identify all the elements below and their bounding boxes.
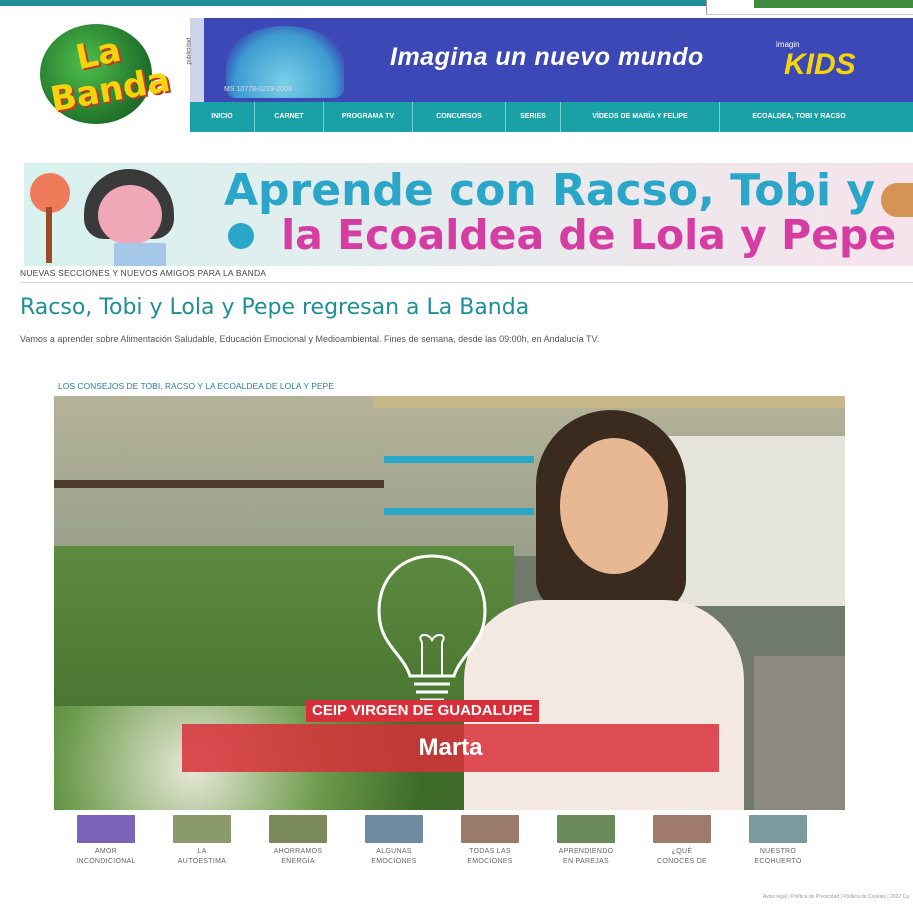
- ad-side-label-text: publicidad: [186, 37, 193, 65]
- thumb-label-1: ¿QUÉ: [671, 848, 693, 855]
- site-logo[interactable]: La Banda: [34, 18, 173, 128]
- ad-tagline: Imagina un nuevo mundo: [390, 43, 704, 71]
- promo-puppet-image: [74, 167, 204, 266]
- video-bg-floor: [754, 656, 845, 810]
- menu-item-videos-maria-felipe[interactable]: VÍDEOS DE MARÍA Y FELIPE: [561, 102, 720, 132]
- thumb-label-2: ECOHUERTO: [754, 858, 802, 865]
- thumbnail-image: [653, 815, 711, 843]
- ad-side-label: publicidad: [186, 18, 204, 102]
- presenter-face: [560, 438, 668, 574]
- thumbnail-label: NUESTRO ECOHUERTO: [732, 847, 824, 867]
- article-kicker: NUEVAS SECCIONES Y NUEVOS AMIGOS PARA LA…: [20, 268, 267, 278]
- thumbnail-label: ALGUNAS EMOCIONES: [348, 847, 440, 867]
- puppet-body: [114, 243, 166, 266]
- promo-line-1: Aprende con Racso, Tobi y: [224, 165, 876, 216]
- thumb-label-2: EN PAREJAS: [562, 858, 610, 865]
- video-thumbnail-strip: AMOR INCONDICIONAL LA AUTOESTIMA AHORRAMOS…: [60, 815, 820, 877]
- thumbnail-label: ¿QUÉ CONOCES DE: [636, 847, 728, 867]
- thumb-label-1: AHORRAMOS: [273, 848, 323, 855]
- thumbnail-image: [461, 815, 519, 843]
- thumbnail-amor-incondicional[interactable]: AMOR INCONDICIONAL: [60, 815, 152, 867]
- divider: [20, 282, 913, 283]
- thumbnail-image: [749, 815, 807, 843]
- article-dek: Vamos a aprender sobre Alimentación Salu…: [20, 334, 600, 344]
- video-player[interactable]: CEIP VIRGEN DE GUADALUPE Marta: [54, 396, 845, 810]
- main-menu: INICIO CARNET PROGRAMA TV CONCURSOS SERI…: [190, 102, 913, 132]
- video-bg-roof: [374, 396, 845, 408]
- thumbnail-aprendiendo-en-parejas[interactable]: APRENDIENDO EN PAREJAS: [540, 815, 632, 867]
- menu-item-series[interactable]: SERIES: [506, 102, 561, 132]
- menu-item-inicio[interactable]: INICIO: [190, 102, 255, 132]
- thumb-label-1: LA: [197, 848, 207, 855]
- thumbnail-label: APRENDIENDO EN PAREJAS: [540, 847, 632, 867]
- thumb-label-1: APRENDIENDO: [558, 848, 614, 855]
- thumb-label-1: NUESTRO: [759, 848, 797, 855]
- top-right-frame: [706, 0, 913, 15]
- ad-brand-big: KIDS: [784, 48, 856, 81]
- thumb-label-1: TODAS LAS: [469, 848, 511, 855]
- menu-item-ecoaldea[interactable]: ECOALDEA, TOBI Y RACSO: [720, 102, 878, 132]
- article-headline[interactable]: Racso, Tobi y Lola y Pepe regresan a La …: [20, 295, 529, 320]
- video-caption-school: CEIP VIRGEN DE GUADALUPE: [306, 700, 539, 722]
- thumb-label-2: ENERGÍA: [281, 858, 315, 865]
- thumbnail-la-autoestima[interactable]: LA AUTOESTIMA: [156, 815, 248, 867]
- thumbnail-label: AMOR INCONDICIONAL: [60, 847, 152, 867]
- thumbnail-image: [173, 815, 231, 843]
- thumbnail-que-conoces-de[interactable]: ¿QUÉ CONOCES DE: [636, 815, 728, 867]
- thumbnail-ahorramos-energia[interactable]: AHORRAMOS ENERGÍA: [252, 815, 344, 867]
- thumbnail-todas-las-emociones[interactable]: TODAS LAS EMOCIONES: [444, 815, 536, 867]
- thumb-label-2: INCONDICIONAL: [76, 858, 136, 865]
- lightbulb-icon: [377, 554, 487, 702]
- menu-item-carnet[interactable]: CARNET: [255, 102, 324, 132]
- thumb-label-2: EMOCIONES: [371, 858, 417, 865]
- video-section-label: LOS CONSEJOS DE TOBI, RACSO Y LA ECOALDE…: [58, 381, 334, 391]
- thumb-label-2: AUTOESTIMA: [177, 858, 227, 865]
- promo-bird-icon: [881, 183, 913, 217]
- video-bg-shelf: [54, 480, 384, 488]
- thumbnail-nuestro-ecohuerto[interactable]: NUESTRO ECOHUERTO: [732, 815, 824, 867]
- promo-tree-trunk: [46, 207, 52, 263]
- thumbnail-image: [77, 815, 135, 843]
- ad-brand-logo: imagin KIDS: [770, 40, 856, 96]
- ad-banner[interactable]: publicidad MS 10778-0229-2003 Imagina un…: [186, 18, 913, 102]
- thumbnail-image: [365, 815, 423, 843]
- footer-links[interactable]: Aviso legal | Política de Privacidad | P…: [763, 894, 909, 900]
- thumb-label-2: CONOCES DE: [656, 858, 708, 865]
- thumbnail-label: TODAS LAS EMOCIONES: [444, 847, 536, 867]
- thumb-label-1: AMOR: [94, 848, 118, 855]
- ad-small-print: MS 10778-0229-2003: [224, 86, 292, 93]
- promo-line-2-text: la Ecoaldea de Lola y Pepe: [281, 211, 897, 259]
- thumbnail-label: AHORRAMOS ENERGÍA: [252, 847, 344, 867]
- thumbnail-algunas-emociones[interactable]: ALGUNAS EMOCIONES: [348, 815, 440, 867]
- thumb-label-1: ALGUNAS: [376, 848, 412, 855]
- promo-banner[interactable]: Aprende con Racso, Tobi y la Ecoaldea de…: [24, 163, 913, 266]
- thumbnail-label: LA AUTOESTIMA: [156, 847, 248, 867]
- thumbnail-image: [269, 815, 327, 843]
- promo-line-2: la Ecoaldea de Lola y Pepe: [224, 211, 896, 259]
- video-caption-name: Marta: [182, 724, 719, 772]
- menu-item-concursos[interactable]: CONCURSOS: [413, 102, 506, 132]
- puppet-face: [98, 185, 162, 245]
- top-right-green-strip: [754, 0, 913, 8]
- menu-item-programa-tv[interactable]: PROGRAMA TV: [324, 102, 413, 132]
- thumb-label-2: EMOCIONES: [467, 858, 513, 865]
- thumbnail-image: [557, 815, 615, 843]
